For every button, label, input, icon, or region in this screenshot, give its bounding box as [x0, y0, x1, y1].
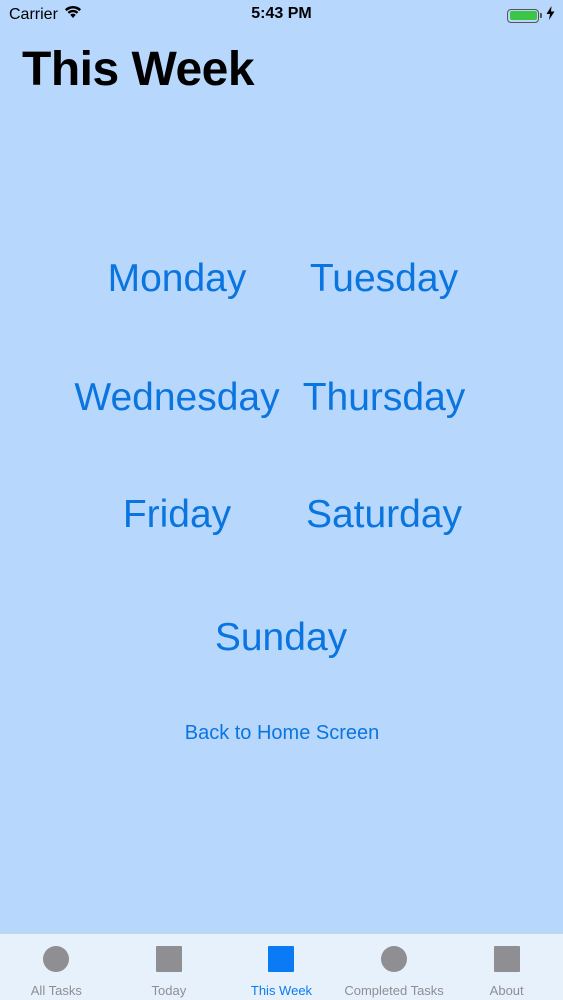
wednesday-button[interactable]: Wednesday	[74, 376, 279, 420]
monday-button[interactable]: Monday	[108, 257, 247, 301]
tab-this-week[interactable]: This Week	[225, 934, 338, 1000]
battery-icon	[507, 8, 539, 23]
page-title: This Week	[22, 43, 255, 96]
battery-status	[507, 6, 555, 25]
tab-label: This Week	[250, 983, 313, 998]
sunday-button[interactable]: Sunday	[215, 616, 347, 660]
tuesday-button[interactable]: Tuesday	[310, 257, 458, 301]
tab-all-tasks[interactable]: All Tasks	[0, 934, 113, 1000]
thursday-button[interactable]: Thursday	[303, 376, 466, 420]
saturday-button[interactable]: Saturday	[306, 493, 462, 537]
tab-about[interactable]: About	[450, 934, 563, 1000]
status-bar: Carrier 5:43 PM	[0, 0, 563, 30]
status-time: 5:43 PM	[251, 5, 312, 22]
tab-label: Today	[151, 983, 187, 998]
battery-cap	[540, 13, 542, 18]
back-to-home-button[interactable]: Back to Home Screen	[185, 722, 380, 745]
tab-completed-tasks[interactable]: Completed Tasks	[338, 934, 451, 1000]
circle-icon	[381, 946, 408, 972]
tab-bar: All Tasks Today This Week Completed Task…	[0, 933, 563, 1000]
tab-label: Completed Tasks	[344, 983, 444, 998]
square-icon	[155, 946, 182, 972]
tab-label: All Tasks	[30, 983, 82, 998]
tab-today[interactable]: Today	[113, 934, 226, 1000]
square-icon	[493, 946, 520, 972]
square-icon	[268, 946, 295, 972]
circle-icon	[43, 946, 70, 972]
tab-label: About	[489, 983, 524, 998]
charging-bolt-icon	[546, 6, 555, 25]
battery-level	[509, 11, 537, 20]
friday-button[interactable]: Friday	[123, 493, 231, 537]
